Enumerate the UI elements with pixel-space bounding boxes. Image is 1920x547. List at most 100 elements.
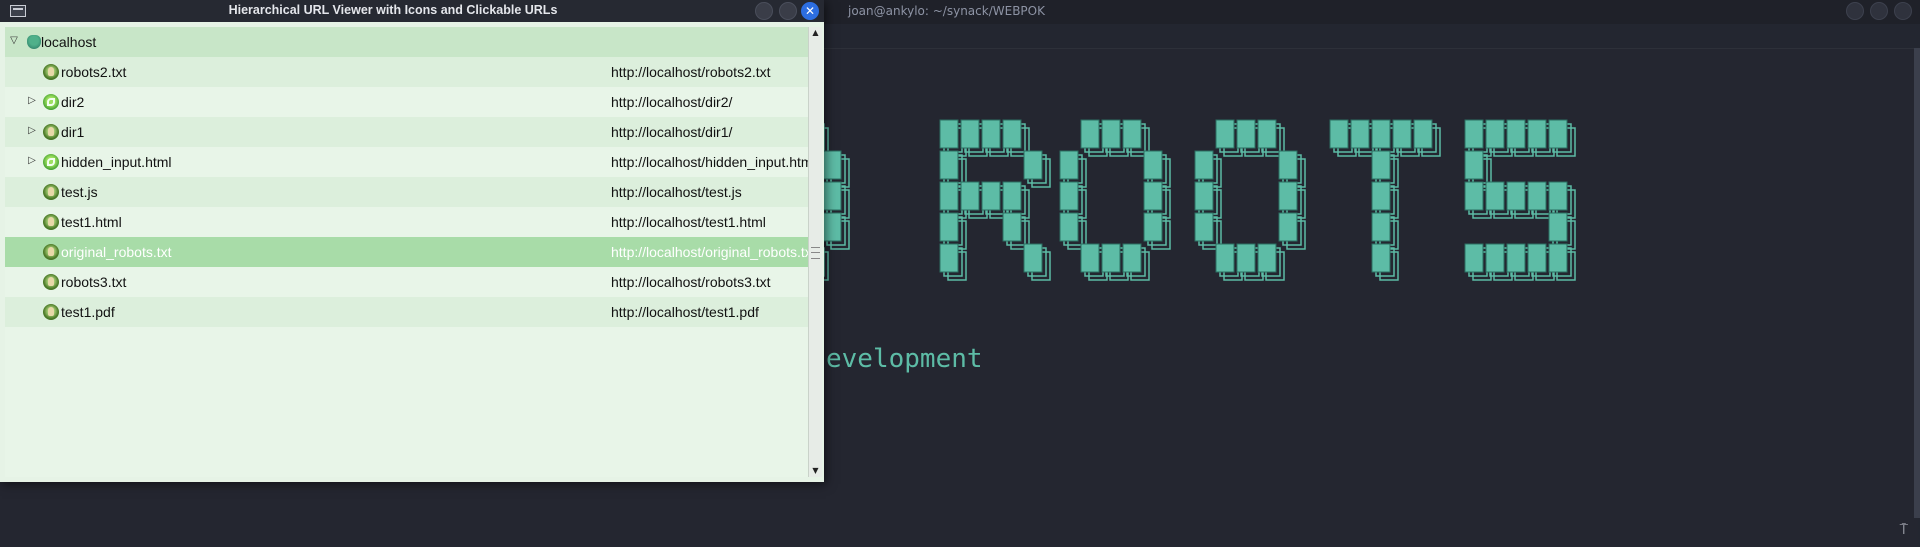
tree-root-label: localhost xyxy=(41,34,97,50)
file-icon xyxy=(43,304,59,320)
banner-block xyxy=(1059,181,1079,211)
tree-row-url-link[interactable]: http://localhost/test.js xyxy=(611,184,809,200)
terminal-corner-icon: ⍑ xyxy=(1899,522,1908,538)
banner-block xyxy=(1506,119,1526,149)
banner-block xyxy=(939,181,959,211)
window-title: Hierarchical URL Viewer with Icons and C… xyxy=(228,3,558,17)
file-icon xyxy=(43,214,59,230)
terminal-scrollbar[interactable] xyxy=(1914,48,1920,518)
banner-block xyxy=(1257,119,1277,149)
banner-block xyxy=(1371,243,1391,273)
banner-block xyxy=(1371,212,1391,242)
banner-block xyxy=(1002,212,1022,242)
banner-block xyxy=(822,212,842,242)
banner-block xyxy=(1194,181,1214,211)
tree-row-name: test1.pdf xyxy=(61,304,115,320)
tree-row[interactable]: robots2.txt http://localhost/robots2.txt xyxy=(5,57,809,87)
tree-row[interactable]: ▷ hidden_input.html http://localhost/hidde… xyxy=(5,147,809,177)
tree-row[interactable]: test1.pdf http://localhost/test1.pdf xyxy=(5,297,809,327)
directory-icon xyxy=(43,94,59,110)
banner-block xyxy=(822,181,842,211)
banner-block xyxy=(1464,181,1484,211)
tree-row-name: dir2 xyxy=(61,94,85,110)
banner-block xyxy=(1371,150,1391,180)
tree-row-url-link[interactable]: http://localhost/test1.html xyxy=(611,214,809,230)
window-minimize-button[interactable] xyxy=(755,2,773,20)
banner-block xyxy=(1506,243,1526,273)
banner-block xyxy=(1143,181,1163,211)
file-icon xyxy=(43,64,59,80)
url-tree: ▽ localhost robots2.txt http://localhost/… xyxy=(5,27,809,477)
banner-block xyxy=(981,119,1001,149)
expand-triangle-icon[interactable]: ▷ xyxy=(26,155,38,167)
banner-block xyxy=(1101,119,1121,149)
tree-row-url-link[interactable]: http://localhost/dir2/ xyxy=(611,94,809,110)
banner-block xyxy=(1413,119,1433,149)
banner-block xyxy=(1143,212,1163,242)
tree-root-row[interactable]: ▽ localhost xyxy=(5,27,809,57)
banner-block xyxy=(1392,119,1412,149)
banner-block xyxy=(1371,181,1391,211)
window-titlebar[interactable]: Hierarchical URL Viewer with Icons and C… xyxy=(0,0,824,22)
tree-row[interactable]: ▷ dir1 http://localhost/dir1/ xyxy=(5,117,809,147)
banner-block xyxy=(960,181,980,211)
tree-row[interactable]: original_robots.txt http://localhost/orig… xyxy=(5,237,809,267)
banner-block xyxy=(1059,150,1079,180)
tree-row[interactable]: robots3.txt http://localhost/robots3.txt xyxy=(5,267,809,297)
tree-row-url-link[interactable]: http://localhost/robots2.txt xyxy=(611,64,809,80)
banner-block xyxy=(1371,119,1391,149)
expand-triangle-icon[interactable]: ▷ xyxy=(26,95,38,107)
tree-row-url-link[interactable]: http://localhost/robots3.txt xyxy=(611,274,809,290)
banner-block xyxy=(1215,243,1235,273)
banner-block xyxy=(939,150,959,180)
banner-block xyxy=(1329,119,1349,149)
banner-block xyxy=(1527,181,1547,211)
window-maximize-button[interactable] xyxy=(779,2,797,20)
scroll-down-icon[interactable]: ▼ xyxy=(809,465,822,477)
tree-vertical-scrollbar[interactable]: ▲ ▼ xyxy=(808,27,822,477)
banner-block xyxy=(939,212,959,242)
banner-block xyxy=(1548,243,1568,273)
collapse-triangle-icon[interactable]: ▽ xyxy=(8,35,20,47)
window-close-button[interactable]: ✕ xyxy=(801,2,819,20)
banner-block xyxy=(1527,119,1547,149)
tree-row-url-link[interactable]: http://localhost/hidden_input.html xyxy=(611,154,809,170)
banner-block xyxy=(1023,150,1043,180)
banner-block xyxy=(1194,150,1214,180)
banner-block xyxy=(1194,212,1214,242)
file-icon xyxy=(43,244,59,260)
tree-row-url-link[interactable]: http://localhost/dir1/ xyxy=(611,124,809,140)
tree-row[interactable]: ▷ dir2 http://localhost/dir2/ xyxy=(5,87,809,117)
url-viewer-window: Hierarchical URL Viewer with Icons and C… xyxy=(0,0,824,482)
banner-block xyxy=(1215,119,1235,149)
banner-block xyxy=(1236,119,1256,149)
banner-block xyxy=(1023,243,1043,273)
banner-block xyxy=(1485,181,1505,211)
banner-block xyxy=(1122,119,1142,149)
banner-block xyxy=(1527,243,1547,273)
expand-triangle-icon[interactable]: ▷ xyxy=(26,125,38,137)
banner-block xyxy=(1257,243,1277,273)
banner-block xyxy=(939,243,959,273)
banner-block xyxy=(1548,119,1568,149)
banner-block xyxy=(1278,181,1298,211)
banner-block xyxy=(1464,119,1484,149)
banner-block xyxy=(1278,212,1298,242)
banner-block xyxy=(1548,181,1568,211)
scroll-up-icon[interactable]: ▲ xyxy=(809,27,822,39)
tree-row-url-link[interactable]: http://localhost/original_robots.txt xyxy=(611,244,809,260)
banner-block xyxy=(981,181,1001,211)
file-icon xyxy=(43,184,59,200)
banner-block xyxy=(1278,150,1298,180)
banner-block xyxy=(1080,243,1100,273)
tree-row-url-link[interactable]: http://localhost/test1.pdf xyxy=(611,304,809,320)
banner-block xyxy=(960,119,980,149)
scroll-thumb-grip-icon[interactable] xyxy=(811,247,820,259)
banner-block xyxy=(1101,243,1121,273)
banner-block xyxy=(1485,119,1505,149)
tree-row[interactable]: test1.html http://localhost/test1.html xyxy=(5,207,809,237)
terminal-output-text: evelopment xyxy=(826,344,983,374)
banner-block xyxy=(1485,243,1505,273)
banner-block xyxy=(939,119,959,149)
tree-row[interactable]: test.js http://localhost/test.js xyxy=(5,177,809,207)
